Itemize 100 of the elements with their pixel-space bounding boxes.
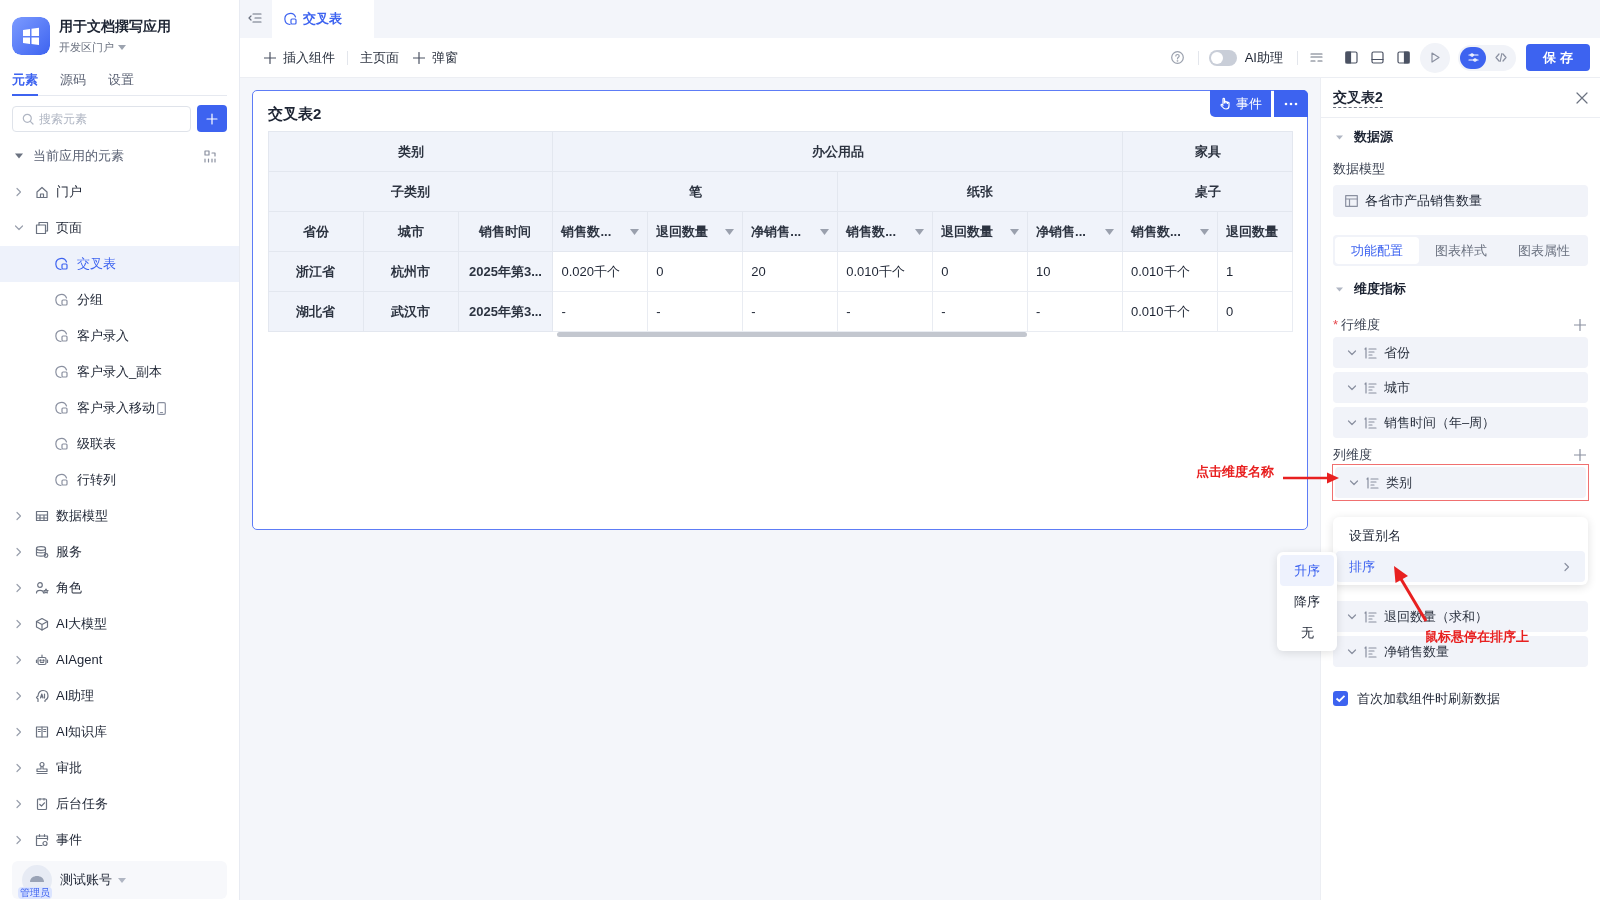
add-element-button[interactable]: [197, 105, 227, 132]
chevron-down-icon[interactable]: [14, 223, 24, 233]
tree-item[interactable]: 角色: [0, 570, 239, 606]
toolbar-button[interactable]: 插入组件: [264, 47, 335, 68]
preview-button[interactable]: [1420, 42, 1450, 73]
tree-item[interactable]: 客户录入: [77, 326, 129, 346]
chevron-right-icon[interactable]: [14, 655, 24, 665]
save-button[interactable]: 保 存: [1526, 44, 1590, 71]
tree-item[interactable]: AI助理: [0, 678, 239, 714]
table-cell: -: [647, 291, 743, 332]
search-icon: [22, 112, 34, 125]
more-button[interactable]: [1274, 90, 1308, 117]
ai-assistant-toggle[interactable]: [1208, 49, 1237, 66]
chevron-right-icon[interactable]: [14, 691, 24, 701]
sort-caret-icon[interactable]: [1105, 228, 1114, 235]
chevron-down-icon: [1347, 347, 1357, 358]
checkbox[interactable]: [1333, 691, 1348, 707]
search-box[interactable]: 搜索元素: [12, 105, 192, 132]
dimension-item[interactable]: 类别: [1335, 467, 1586, 498]
tree-item[interactable]: 级联表: [77, 434, 116, 454]
dimension-item[interactable]: 城市: [1333, 372, 1588, 403]
plus-icon[interactable]: [1574, 449, 1586, 461]
layout-rows-icon[interactable]: [1310, 51, 1323, 64]
toolbar-button[interactable]: 弹窗: [413, 47, 458, 68]
table-cell: 2025年第3...: [458, 291, 553, 332]
sort-caret-icon[interactable]: [820, 228, 830, 235]
tree-item[interactable]: 门户: [0, 174, 239, 210]
chevron-right-icon[interactable]: [14, 619, 24, 629]
tree-item[interactable]: AIAgent: [0, 642, 239, 678]
panel-tab[interactable]: 图表样式: [1418, 237, 1503, 264]
toolbar-button[interactable]: 主页面: [360, 47, 399, 68]
tree-item[interactable]: 服务: [0, 534, 239, 570]
menu-item[interactable]: 无: [1280, 617, 1334, 648]
tree-item[interactable]: AI大模型: [0, 606, 239, 642]
bottom-panel-icon[interactable]: [1371, 51, 1384, 64]
clipboard-check-icon: [35, 797, 49, 811]
caret-down-icon: [118, 877, 126, 883]
sidebar-tab[interactable]: 设置: [108, 69, 134, 96]
tree-item[interactable]: 客户录入_副本: [77, 362, 163, 382]
sort-caret-icon[interactable]: [1199, 228, 1209, 235]
plus-icon: [264, 51, 276, 64]
tree-item[interactable]: AI知识库: [0, 714, 239, 750]
field-label: 数据模型: [1333, 160, 1386, 178]
event-button[interactable]: 事件: [1210, 90, 1271, 117]
right-panel-icon[interactable]: [1397, 51, 1410, 64]
app-name: 用于文档撰写应用: [59, 17, 171, 36]
chevron-right-icon[interactable]: [14, 583, 24, 593]
tree-item[interactable]: 交叉表: [77, 254, 116, 274]
chevron-right-icon[interactable]: [14, 547, 24, 557]
sort-caret-icon[interactable]: [1010, 228, 1020, 235]
chevron-right-icon[interactable]: [14, 799, 24, 809]
tree-item[interactable]: 事件: [0, 822, 239, 858]
chevron-right-icon[interactable]: [14, 511, 24, 521]
chevron-right-icon[interactable]: [14, 763, 24, 773]
panel-tab[interactable]: 功能配置: [1335, 237, 1419, 264]
help-icon[interactable]: [1170, 51, 1184, 64]
editor-tab[interactable]: 交叉表: [272, 0, 374, 38]
caret-down-icon[interactable]: [14, 151, 24, 161]
tree-item[interactable]: 数据模型: [0, 498, 239, 534]
tree-item[interactable]: 客户录入移动: [77, 398, 155, 418]
table-header-cell: 办公用品: [552, 131, 1123, 172]
account-switcher[interactable]: 管理员 测试账号: [12, 861, 227, 899]
tree-item[interactable]: 分组: [77, 290, 103, 310]
layout-icon[interactable]: [204, 149, 217, 163]
sort-caret-icon[interactable]: [915, 228, 925, 235]
home-icon: [35, 185, 49, 199]
menu-item[interactable]: 排序: [1336, 551, 1585, 582]
plus-icon[interactable]: [1574, 319, 1586, 331]
tree-item[interactable]: 后台任务: [0, 786, 239, 822]
close-icon[interactable]: [1576, 91, 1588, 104]
portal-selector[interactable]: 开发区门户: [59, 39, 114, 56]
tree-item[interactable]: 行转列: [77, 470, 116, 490]
book-icon: [35, 725, 49, 739]
chevron-right-icon[interactable]: [14, 727, 24, 737]
sort-caret-icon[interactable]: [725, 228, 735, 235]
search-field[interactable]: 搜索元素: [39, 109, 182, 128]
chevron-down-icon: [1347, 382, 1357, 393]
data-model-field[interactable]: 各省市产品销售数量: [1333, 185, 1588, 217]
sidebar-tab[interactable]: 源码: [60, 69, 86, 96]
table-header-cell: 城市: [363, 211, 459, 252]
dimension-item[interactable]: 省份: [1333, 337, 1588, 368]
page-icon: [55, 329, 69, 343]
table-header-cell: 子类别: [268, 171, 553, 212]
dimension-item[interactable]: 销售时间（年–周）: [1333, 407, 1588, 438]
chevron-right-icon[interactable]: [14, 187, 24, 197]
view-mode-button[interactable]: [1460, 46, 1486, 69]
menu-item[interactable]: 降序: [1280, 586, 1334, 617]
chevron-right-icon[interactable]: [14, 835, 24, 845]
left-panel-icon[interactable]: [1345, 51, 1358, 64]
sidebar-tab[interactable]: 元素: [12, 69, 38, 96]
database-icon: [35, 545, 49, 559]
checkbox-label: 首次加载组件时刷新数据: [1357, 690, 1500, 708]
tree-item[interactable]: 页面: [0, 210, 239, 246]
panel-tab[interactable]: 图表属性: [1502, 237, 1586, 264]
tree-item[interactable]: 审批: [0, 750, 239, 786]
menu-item[interactable]: 设置别名: [1336, 520, 1585, 551]
sort-caret-icon[interactable]: [630, 228, 640, 235]
menu-item[interactable]: 升序: [1280, 555, 1334, 586]
collapse-sidebar-icon[interactable]: [248, 12, 262, 24]
scrollbar[interactable]: [557, 332, 1027, 337]
